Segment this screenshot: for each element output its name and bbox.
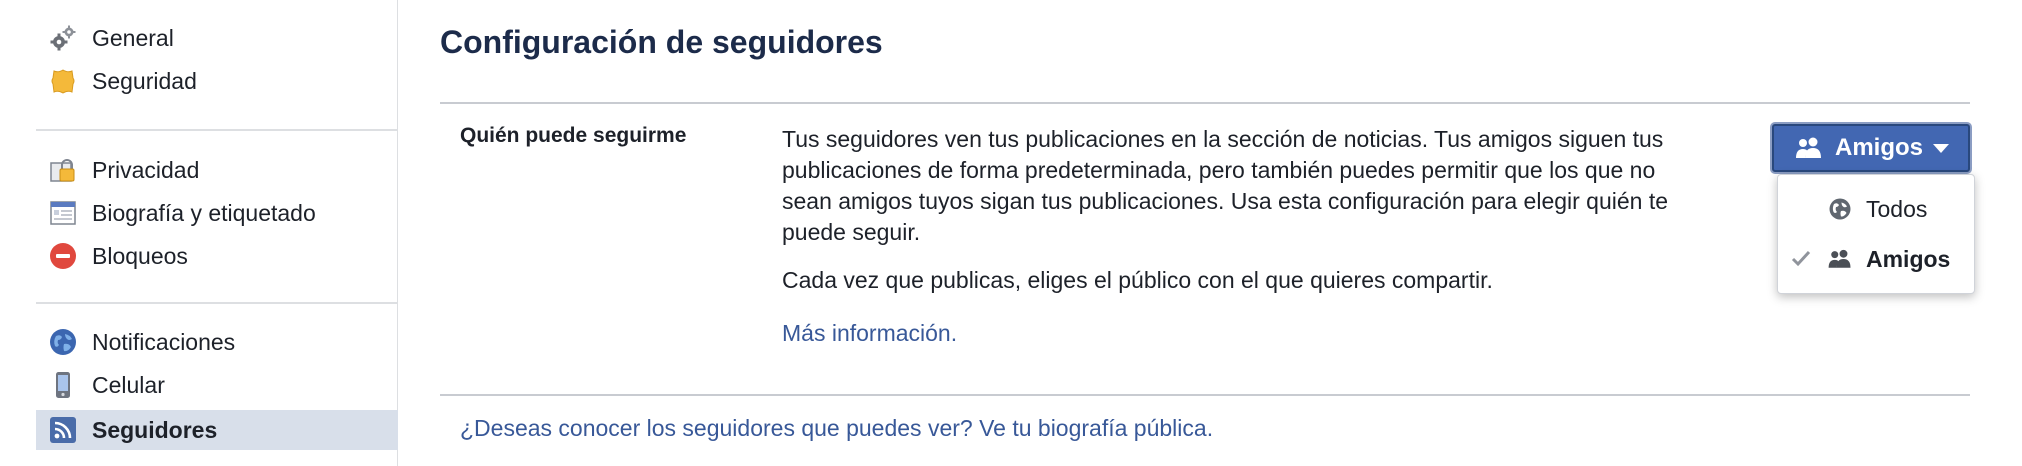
section-divider [440,394,1970,396]
sidebar-item-label: Bloqueos [92,242,188,269]
gears-icon [48,23,78,53]
block-icon [48,241,78,271]
setting-description: Tus seguidores ven tus publicaciones en … [782,126,1669,245]
audience-option-label: Amigos [1866,245,1951,272]
friends-icon [1793,136,1825,160]
sidebar-divider [36,129,398,131]
sidebar-item-mobile[interactable]: Celular [36,365,398,405]
audience-option-public[interactable]: Todos [1778,187,1974,231]
settings-sidebar: General Seguridad Privacidad Biografía y… [0,0,398,466]
public-timeline-link[interactable]: ¿Deseas conocer los seguidores que puede… [460,415,1213,442]
learn-more-link[interactable]: Más información. [782,320,957,347]
setting-label: Quién puede seguirme [460,124,687,147]
sidebar-divider [36,302,398,304]
audience-dropdown-menu: Todos Amigos [1777,174,1975,294]
checkmark-icon [1790,250,1812,268]
sidebar-item-label: Seguridad [92,67,197,94]
globe-icon [1826,197,1854,221]
friends-icon [1826,248,1854,270]
mobile-phone-icon [48,370,78,400]
shield-icon [48,66,78,96]
sidebar-item-label: Seguidores [92,416,218,443]
privacy-lock-icon [48,155,78,185]
audience-option-friends[interactable]: Amigos [1778,237,1974,281]
audience-option-label: Todos [1866,195,1928,222]
sidebar-item-label: Privacidad [92,156,200,183]
audience-dropdown-button[interactable]: Amigos [1772,124,1970,172]
sidebar-item-notifications[interactable]: Notificaciones [36,322,398,362]
setting-audience-note: Cada vez que publicas, eliges el público… [782,267,1493,293]
caret-down-icon [1933,143,1949,153]
sidebar-item-blocking[interactable]: Bloqueos [36,236,398,276]
sidebar-item-general[interactable]: General [36,18,398,58]
audience-dropdown-label: Amigos [1834,134,1923,161]
sidebar-item-label: Celular [92,371,165,398]
rss-icon [48,415,78,445]
sidebar-item-security[interactable]: Seguridad [36,61,398,101]
sidebar-item-label: General [92,24,174,51]
page-title: Configuración de seguidores [440,24,883,60]
sidebar-item-label: Biografía y etiquetado [92,199,316,226]
sidebar-item-label: Notificaciones [92,328,236,355]
globe-icon [48,327,78,357]
sidebar-item-followers[interactable]: Seguidores [36,410,398,450]
section-divider [440,102,1970,104]
timeline-icon [48,198,78,228]
sidebar-item-privacy[interactable]: Privacidad [36,150,398,190]
sidebar-item-timeline-tagging[interactable]: Biografía y etiquetado [36,193,398,233]
